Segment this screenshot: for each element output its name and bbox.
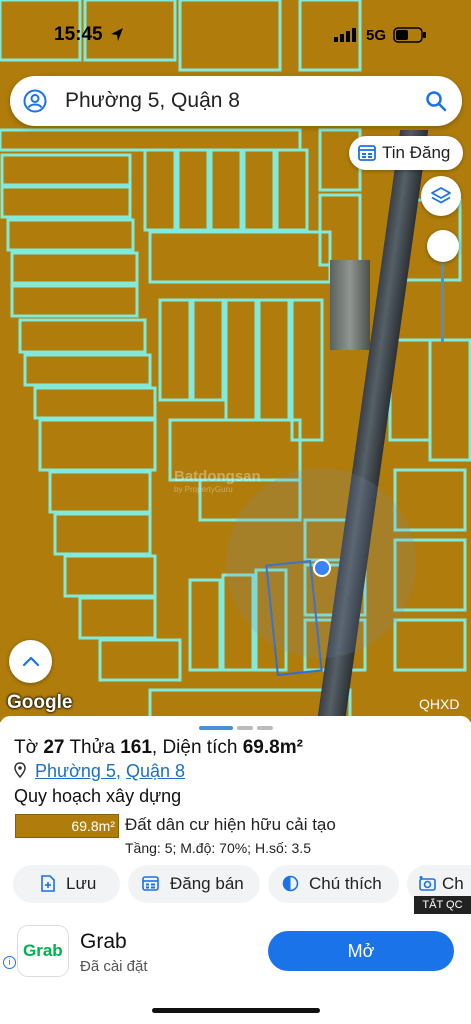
map-pin-icon [14,762,26,779]
contrast-icon [282,875,299,892]
battery-icon [393,27,426,43]
district-link[interactable]: Quận 8 [126,761,185,781]
signal-icon [334,28,356,42]
zone-area-value: 69.8m² [71,818,115,834]
ad-banner[interactable]: i Grab Grab Đã cài đặt Mở [0,916,471,990]
ad-app-status: Đã cài đặt [80,958,148,975]
save-label: Lưu [66,874,97,893]
add-document-icon [41,875,55,892]
search-icon[interactable] [425,90,447,112]
current-location-dot [313,559,331,577]
grab-logo: Grab [17,925,69,977]
layer-label: QHXD [419,696,460,712]
network-type: 5G [366,27,387,44]
layers-button[interactable] [421,176,461,216]
ad-info-icon[interactable]: i [3,956,16,969]
listing-icon [358,145,376,161]
ward-link[interactable]: Phường 5 [35,761,116,781]
parcel-info-panel: Tờ 27 Thửa 161, Diện tích 69.8m² Phường … [0,716,471,916]
action-chips: Lưu Đăng bán Chú thích Ch [13,865,471,903]
post-for-sale-label: Đăng bán [170,874,244,893]
zone-color-swatch: 69.8m² [15,814,119,838]
search-bar[interactable]: Phường 5, Quận 8 [10,76,462,126]
camera-icon [419,876,436,891]
watermark: Batdongsan by PropertyGuru [174,468,261,494]
close-ad-button[interactable]: TẮT QC [414,896,471,914]
listing-icon [142,876,159,891]
zone-parameters: Tầng: 5; M.độ: 70%; H.số: 3.5 [125,840,311,856]
planning-heading: Quy hoạch xây dựng [14,786,182,806]
parcel-title: Tờ 27 Thửa 161, Diện tích 69.8m² [14,737,303,758]
parcel-address: Phường 5, Quận 8 [14,761,185,782]
google-attribution: Google [7,692,73,713]
camera-label: Ch [442,874,464,893]
save-button[interactable]: Lưu [13,865,120,903]
ad-app-name: Grab [80,930,127,953]
status-time: 15:45 [54,24,103,45]
chevron-up-icon [22,656,40,667]
status-bar: 15:45 5G [0,0,471,70]
open-app-button[interactable]: Mở [268,931,454,971]
layers-icon [431,187,451,204]
zone-description: Đất dân cư hiện hữu cải tạo [125,815,336,834]
expand-panel-button[interactable] [9,640,52,683]
tin-dang-label: Tin Đăng [382,143,451,162]
opacity-slider-handle[interactable] [427,230,459,262]
legend-button[interactable]: Chú thích [268,865,399,903]
post-for-sale-button[interactable]: Đăng bán [128,865,260,903]
road-area [330,260,370,350]
home-indicator[interactable] [152,1008,320,1013]
tin-dang-button[interactable]: Tin Đăng [349,136,463,170]
location-arrow-icon [111,28,123,41]
opacity-slider-track[interactable] [441,262,444,342]
search-input[interactable]: Phường 5, Quận 8 [65,89,240,113]
user-icon[interactable] [23,89,47,113]
legend-label: Chú thích [309,874,382,893]
